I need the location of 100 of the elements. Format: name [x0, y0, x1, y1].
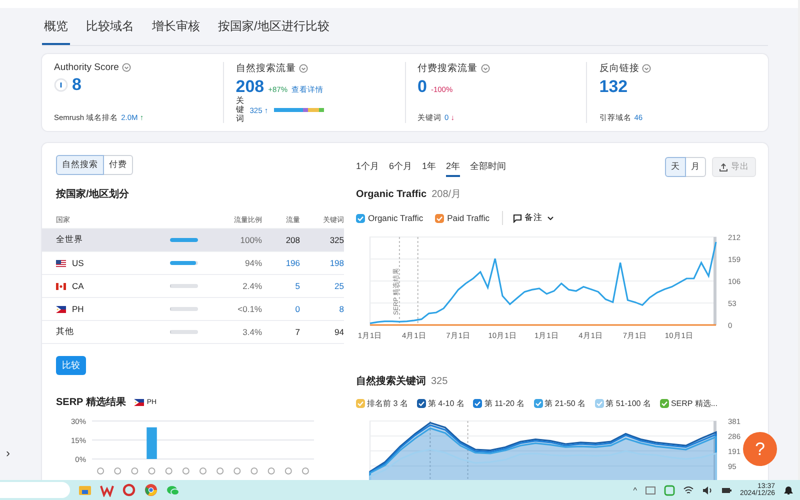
- table-cell[interactable]: 25: [300, 281, 344, 292]
- flag-icon: [134, 398, 144, 406]
- bar: [146, 428, 157, 460]
- table-cell[interactable]: 0: [262, 304, 300, 314]
- upload-icon: [719, 162, 728, 172]
- table-cell[interactable]: 196: [262, 258, 300, 268]
- period-tab[interactable]: 6个月: [389, 158, 412, 177]
- table-cell[interactable]: 5: [262, 281, 300, 292]
- table-cell-text: 100%: [239, 235, 262, 246]
- share-bar: [170, 330, 198, 334]
- feature-icon: [131, 468, 138, 475]
- metric-title: 反向链接: [599, 62, 640, 75]
- table-cell[interactable]: 198: [300, 258, 344, 268]
- tray-caret[interactable]: ^: [633, 486, 637, 494]
- info-icon[interactable]: [122, 63, 131, 72]
- share-bar: [170, 284, 198, 288]
- notes-dropdown[interactable]: 备注: [502, 211, 560, 226]
- legend-checkbox[interactable]: SERP 精选...: [660, 398, 718, 410]
- legend-checkbox[interactable]: 第 4-10 名: [416, 398, 464, 410]
- info-icon[interactable]: [298, 64, 308, 73]
- metric-value: 0: [418, 77, 427, 97]
- source-toggle[interactable]: 付费: [104, 155, 133, 176]
- feature-icon: [234, 468, 241, 475]
- table-cell-text: 3.4%: [242, 327, 262, 338]
- metric-value: 132: [599, 77, 628, 97]
- table-cell-text: 7: [294, 327, 300, 338]
- country-name: 全世界: [56, 234, 83, 246]
- feature-icon: [200, 468, 206, 475]
- keywords-label: 关键词: [236, 97, 244, 124]
- feature-icon: [216, 468, 224, 475]
- feature-icon: [284, 468, 292, 475]
- legend-checkbox[interactable]: Organic Traffic: [356, 213, 424, 224]
- flag-icon: [56, 260, 66, 267]
- legend-checkbox[interactable]: 第 51-100 名: [594, 398, 651, 410]
- chart-subtitle: 208/月: [432, 188, 462, 202]
- feature-icon: [165, 468, 172, 475]
- section-title: 按国家/地区划分: [56, 187, 130, 202]
- legend-checkbox[interactable]: Paid Traffic: [435, 213, 490, 224]
- country-name: CA: [72, 281, 84, 292]
- chart-title: 自然搜索关键词: [356, 374, 426, 388]
- country-name: 其他: [56, 326, 74, 338]
- table-cell-text: <0.1%: [236, 304, 262, 314]
- chart-count: 325: [431, 376, 448, 388]
- metric-value: 208: [236, 77, 264, 96]
- section-title: SERP 精选结果: [56, 396, 126, 410]
- table-cell-text: 94%: [244, 258, 262, 268]
- feature-icon: [250, 468, 258, 475]
- app-icon[interactable]: [664, 484, 675, 496]
- table-cell-text: 208: [284, 235, 300, 246]
- country-name: US: [72, 258, 84, 268]
- folder-icon[interactable]: [78, 483, 92, 497]
- nav-tab[interactable]: 按国家/地区进行比较: [216, 16, 332, 45]
- distribution-bar-drawing: [274, 108, 324, 112]
- bell-icon[interactable]: [783, 484, 794, 496]
- search-field[interactable]: [0, 482, 70, 498]
- feature-icon: [97, 468, 104, 475]
- metric-value: 8: [72, 75, 82, 95]
- keyboard-icon[interactable]: [644, 484, 656, 496]
- legend-checkbox[interactable]: 第 11-20 名: [473, 398, 525, 410]
- nav-tab[interactable]: 概览: [42, 16, 70, 45]
- speaker-icon[interactable]: [702, 484, 713, 496]
- share-bar: [170, 261, 198, 266]
- gauge-icon: [54, 78, 68, 92]
- table-cell-text: 94: [334, 327, 344, 338]
- info-icon[interactable]: [480, 64, 490, 73]
- legend-checkbox[interactable]: 排名前 3 名: [356, 398, 408, 410]
- table-cell-text: 2.4%: [242, 281, 262, 292]
- feature-icon: [114, 468, 122, 475]
- period-tab[interactable]: 全部时间: [470, 158, 506, 177]
- selected-row[interactable]: 全世界 100% 208 325: [42, 229, 344, 252]
- side-arrow[interactable]: ›: [6, 446, 10, 460]
- nav-tab[interactable]: 增长审核: [150, 16, 202, 45]
- comment-icon: [512, 214, 522, 223]
- wifi-icon[interactable]: [682, 484, 694, 496]
- source-toggle[interactable]: 自然搜索: [56, 155, 104, 176]
- table-cell-text: 325: [328, 235, 344, 246]
- granularity-toggle[interactable]: 天: [665, 157, 686, 178]
- period-tab[interactable]: 1年: [422, 158, 436, 177]
- period-tab[interactable]: 2年: [446, 158, 460, 177]
- flag-icon: [56, 282, 66, 290]
- table-cell[interactable]: 8: [300, 304, 344, 314]
- info-icon[interactable]: [642, 64, 652, 73]
- period-tab[interactable]: 1个月: [356, 158, 380, 177]
- metric-title: 自然搜索流量: [236, 62, 296, 75]
- chart-title: Organic Traffic: [356, 189, 427, 200]
- w-logo-icon[interactable]: [100, 483, 114, 497]
- browser-icon[interactable]: [144, 483, 158, 497]
- caret-icon: [546, 214, 554, 223]
- feature-icon: [268, 468, 275, 475]
- share-bar: [170, 238, 198, 242]
- metric-title: Authority Score: [54, 62, 119, 73]
- share-bar: [170, 307, 198, 312]
- nav-tab[interactable]: 比较域名: [84, 16, 136, 45]
- flag-icon: [56, 306, 66, 313]
- feature-icon: [148, 468, 156, 475]
- granularity-toggle[interactable]: 月: [686, 157, 706, 178]
- legend-checkbox[interactable]: 第 21-50 名: [534, 398, 586, 410]
- chat-icon[interactable]: [166, 483, 180, 497]
- feature-icon: [302, 468, 309, 475]
- country-name: PH: [72, 304, 84, 314]
